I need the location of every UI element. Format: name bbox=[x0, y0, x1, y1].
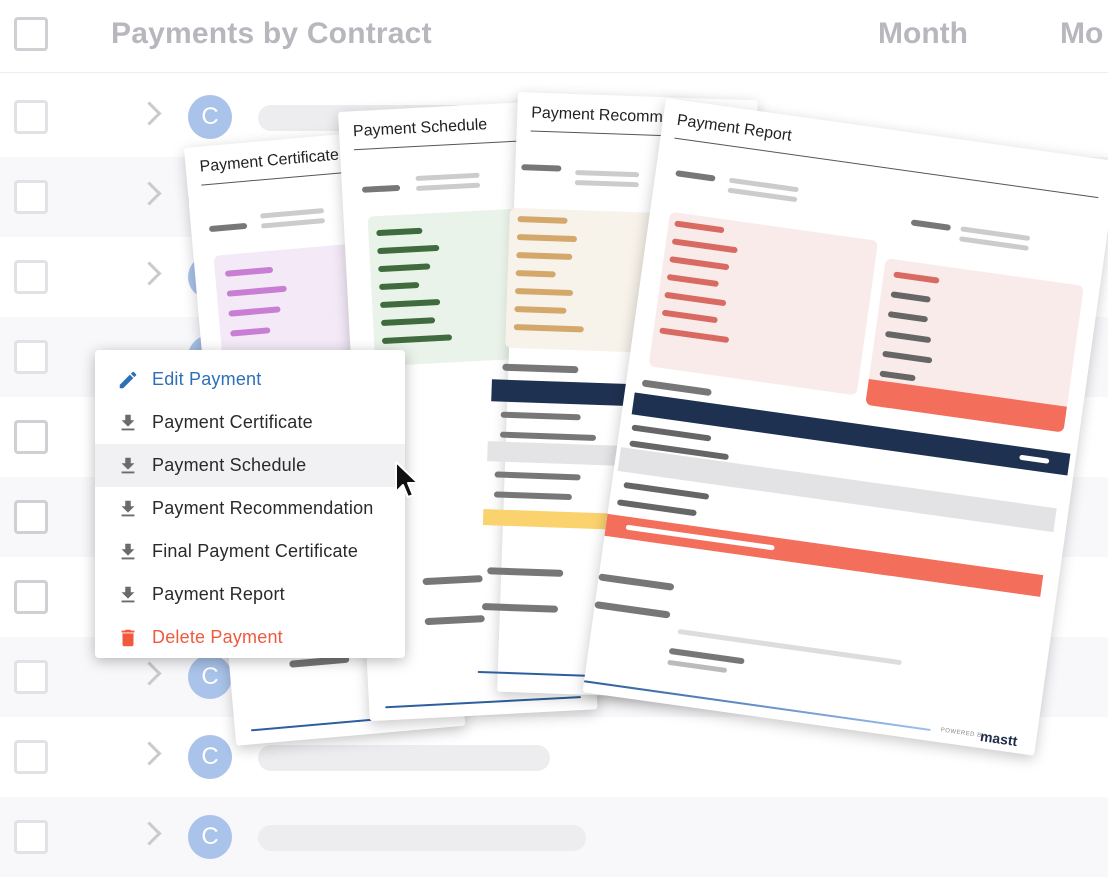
avatar: C bbox=[188, 815, 232, 859]
column-month-2[interactable]: Mo bbox=[1060, 17, 1103, 51]
text-line bbox=[260, 218, 326, 229]
text-line bbox=[415, 172, 480, 182]
menu-item-label: Payment Report bbox=[152, 584, 285, 604]
document-title: Payment Schedule bbox=[352, 116, 488, 141]
row-checkbox[interactable] bbox=[14, 180, 48, 214]
document-title: Payment Recomm bbox=[530, 104, 664, 127]
menu-item-payment-recommendation[interactable]: Payment Recommendation bbox=[95, 487, 405, 530]
mouse-cursor-icon bbox=[395, 461, 419, 498]
avatar: C bbox=[188, 655, 232, 699]
text-line bbox=[361, 184, 401, 193]
download-icon bbox=[121, 543, 135, 560]
row-checkbox[interactable] bbox=[14, 420, 48, 454]
menu-item-label: Delete Payment bbox=[152, 627, 283, 647]
chevron-right-icon[interactable] bbox=[137, 181, 162, 206]
text-line bbox=[493, 491, 572, 501]
trash-icon bbox=[121, 629, 135, 647]
menu-item-payment-schedule[interactable]: Payment Schedule bbox=[95, 444, 405, 487]
download-icon bbox=[121, 414, 135, 431]
row-checkbox[interactable] bbox=[14, 580, 48, 614]
menu-item-edit-payment[interactable]: Edit Payment bbox=[95, 358, 405, 401]
text-line bbox=[500, 411, 581, 421]
row-checkbox[interactable] bbox=[14, 260, 48, 294]
row-actions-menu: Edit Payment Payment Certificate Payment… bbox=[95, 350, 405, 658]
avatar: C bbox=[188, 735, 232, 779]
table-title: Payments by Contract bbox=[111, 17, 432, 50]
text-line bbox=[260, 208, 325, 219]
pencil-icon bbox=[119, 371, 137, 389]
table-row[interactable]: C bbox=[0, 797, 1108, 877]
download-icon bbox=[121, 457, 135, 474]
text-line bbox=[623, 481, 710, 500]
text-line bbox=[598, 573, 675, 591]
document-title: Payment Certificate bbox=[198, 146, 340, 176]
text-line bbox=[499, 431, 597, 441]
text-line bbox=[494, 471, 581, 481]
text-line bbox=[521, 164, 562, 172]
chevron-right-icon[interactable] bbox=[137, 261, 162, 286]
menu-item-payment-certificate[interactable]: Payment Certificate bbox=[95, 401, 405, 444]
row-checkbox[interactable] bbox=[14, 820, 48, 854]
mastt-logo: mastt bbox=[979, 728, 1019, 750]
text-line bbox=[641, 379, 712, 397]
chevron-right-icon[interactable] bbox=[137, 821, 162, 846]
avatar: C bbox=[188, 95, 232, 139]
download-icon bbox=[121, 586, 135, 603]
text-line bbox=[574, 180, 639, 188]
text-line bbox=[594, 601, 671, 619]
row-checkbox[interactable] bbox=[14, 740, 48, 774]
row-checkbox[interactable] bbox=[14, 340, 48, 374]
text-line bbox=[667, 659, 728, 674]
menu-item-label: Payment Schedule bbox=[152, 455, 307, 475]
menu-item-label: Payment Recommendation bbox=[152, 498, 374, 518]
text-line bbox=[675, 170, 716, 182]
row-checkbox[interactable] bbox=[14, 100, 48, 134]
text-line bbox=[631, 424, 712, 442]
footer-rule bbox=[385, 696, 582, 709]
chevron-right-icon[interactable] bbox=[137, 741, 162, 766]
chevron-right-icon[interactable] bbox=[137, 661, 162, 686]
menu-item-final-payment-certificate[interactable]: Final Payment Certificate bbox=[95, 530, 405, 573]
menu-item-label: Final Payment Certificate bbox=[152, 541, 359, 561]
text-line bbox=[616, 499, 697, 517]
text-line bbox=[502, 363, 579, 374]
column-month[interactable]: Month bbox=[878, 17, 968, 51]
table-header: Payments by Contract Month Mo bbox=[0, 0, 1108, 73]
text-line bbox=[415, 182, 481, 192]
row-checkbox[interactable] bbox=[14, 660, 48, 694]
text-line bbox=[422, 575, 483, 586]
row-placeholder bbox=[258, 745, 550, 771]
chevron-right-icon[interactable] bbox=[137, 101, 162, 126]
text-line bbox=[208, 222, 248, 233]
text-line bbox=[575, 170, 640, 178]
text-line bbox=[424, 615, 485, 626]
menu-item-delete-payment[interactable]: Delete Payment bbox=[95, 616, 405, 659]
download-icon bbox=[121, 500, 135, 517]
menu-item-label: Payment Certificate bbox=[152, 412, 313, 432]
payment-report-preview: Payment Report POWERED BY mastt bbox=[582, 98, 1108, 756]
menu-item-label: Edit Payment bbox=[152, 369, 262, 389]
row-placeholder bbox=[258, 825, 586, 851]
row-checkbox[interactable] bbox=[14, 500, 48, 534]
text-line bbox=[910, 219, 952, 231]
select-all-checkbox[interactable] bbox=[14, 17, 48, 51]
menu-item-payment-report[interactable]: Payment Report bbox=[95, 573, 405, 616]
